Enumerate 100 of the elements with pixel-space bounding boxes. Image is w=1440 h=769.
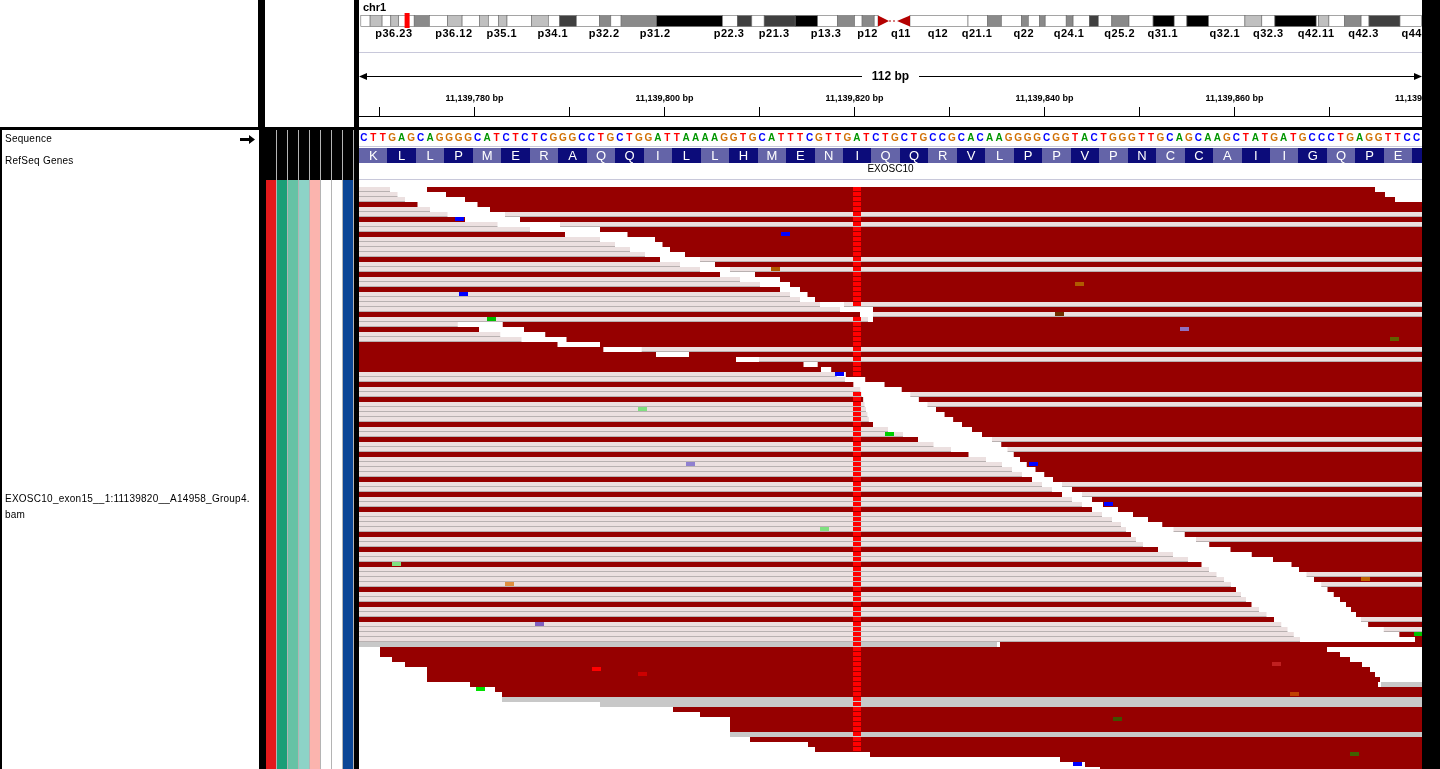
- nucleotide-letter: G: [463, 131, 473, 145]
- nucleotide-letter: A: [766, 131, 777, 145]
- cytoband-label: q11: [891, 27, 911, 39]
- attribute-column[interactable]: [343, 180, 353, 769]
- nucleotide-letter: G: [1032, 131, 1042, 145]
- cytoband-label: p22.3: [713, 27, 745, 39]
- nucleotide-letter: G: [1373, 131, 1384, 145]
- nucleotide-letter: C: [501, 131, 511, 145]
- nucleotide-letter: C: [1411, 131, 1422, 145]
- cytoband-label: q24.1: [1053, 27, 1085, 39]
- cytoband-label: p12: [857, 27, 878, 39]
- nucleotide-letter: C: [1402, 131, 1412, 145]
- amino-acid-cell: C: [1156, 148, 1185, 163]
- nucleotide-letter: G: [814, 131, 824, 145]
- nucleotide-letter: G: [548, 131, 559, 145]
- nucleotide-letter: G: [747, 131, 758, 145]
- nucleotide-letter: G: [1345, 131, 1355, 145]
- nucleotide-letter: T: [1099, 131, 1108, 145]
- nucleotide-letter: T: [378, 131, 387, 145]
- nucleotide-letter: A: [1355, 131, 1365, 145]
- nucleotide-letter: C: [1326, 131, 1336, 145]
- nucleotide-letter: G: [918, 131, 929, 145]
- nucleotide-letter: T: [1137, 131, 1146, 145]
- nucleotide-letter: C: [577, 131, 587, 145]
- nucleotide-letter: C: [359, 131, 369, 145]
- chromosome-ideogram[interactable]: [359, 13, 1422, 28]
- nucleotide-letter: T: [369, 131, 378, 145]
- nucleotide-letter: G: [444, 131, 454, 145]
- nucleotide-letter: C: [1042, 131, 1052, 145]
- amino-acid-cell: Q: [871, 148, 900, 163]
- cytoband-label: p34.1: [537, 27, 569, 39]
- cytoband-label: q32.1: [1209, 27, 1241, 39]
- nucleotide-letter: T: [1393, 131, 1402, 145]
- nucleotide-letter: A: [1212, 131, 1222, 145]
- nucleotide-letter: C: [586, 131, 596, 145]
- ruler-position-label: 11,139,800 bp: [635, 92, 694, 104]
- right-arrow-icon[interactable]: [240, 135, 255, 144]
- nucleotide-letter: T: [672, 131, 681, 145]
- attribute-column[interactable]: [310, 180, 320, 769]
- nucleotide-letter: C: [757, 131, 767, 145]
- nucleotide-letter: T: [862, 131, 871, 145]
- track-name[interactable]: Sequence: [5, 133, 53, 145]
- nucleotide-letter: C: [416, 131, 426, 145]
- amino-acid-cell: I: [1270, 148, 1299, 163]
- nucleotide-letter: T: [596, 131, 605, 145]
- nucleotide-letter: A: [985, 131, 995, 145]
- attribute-column[interactable]: [299, 180, 309, 769]
- amino-acid-cell: L: [985, 148, 1014, 163]
- track-name[interactable]: RefSeq Genes: [5, 155, 74, 167]
- nucleotide-letter: C: [1231, 131, 1241, 145]
- attribute-column[interactable]: [288, 180, 298, 769]
- amino-acid-cell: N: [814, 148, 843, 163]
- amino-acid-cell: M: [472, 148, 502, 163]
- cytoband-label: q22: [1013, 27, 1035, 39]
- nucleotide-letter: G: [643, 131, 653, 145]
- cytoband-label: p36.12: [435, 27, 473, 39]
- attribute-column[interactable]: [266, 180, 276, 769]
- nucleotide-letter: A: [681, 131, 691, 145]
- nucleotide-letter: G: [1108, 131, 1118, 145]
- nucleotide-letter: G: [1297, 131, 1308, 145]
- nucleotide-letter: C: [520, 131, 530, 145]
- chromosome-label[interactable]: chr1: [359, 0, 387, 13]
- nucleotide-letter: C: [615, 131, 625, 145]
- nucleotide-letter: T: [1336, 131, 1345, 145]
- nucleotide-letter: G: [1222, 131, 1232, 145]
- nucleotide-letter: G: [842, 131, 853, 145]
- nucleotide-letter: C: [937, 131, 947, 145]
- nucleotide-letter: G: [1022, 131, 1033, 145]
- nucleotide-letter: C: [1089, 131, 1099, 145]
- nucleotide-letter: A: [425, 131, 435, 145]
- nucleotide-letter: T: [909, 131, 918, 145]
- nucleotide-letter: A: [653, 131, 663, 145]
- cytoband-label: q25.2: [1104, 27, 1135, 39]
- nucleotide-letter: C: [871, 131, 881, 145]
- attribute-column[interactable]: [277, 180, 287, 769]
- cytoband-label: q31.1: [1147, 27, 1179, 39]
- cytoband-label: q42.11: [1297, 27, 1335, 39]
- attribute-column[interactable]: [332, 180, 342, 769]
- nucleotide-letter: A: [852, 131, 862, 145]
- track-name[interactable]: EXOSC10_exon15__1:11139820__A14958_Group4.bam: [5, 491, 255, 523]
- nucleotide-letter: T: [663, 131, 672, 145]
- ruler-position-label: 11,139,860 bp: [1205, 92, 1264, 104]
- attribute-column[interactable]: [321, 180, 331, 769]
- cytoband-label: q44: [1401, 27, 1422, 39]
- nucleotide-letter: G: [719, 131, 729, 145]
- nucleotide-letter: T: [511, 131, 520, 145]
- nucleotide-letter: A: [994, 131, 1004, 145]
- cytoband-label: q32.3: [1253, 27, 1284, 39]
- nucleotide-letter: A: [1174, 131, 1184, 145]
- cytoband-label: q21.1: [961, 27, 993, 39]
- amino-acid-cell: L: [415, 148, 445, 163]
- nucleotide-letter: C: [472, 131, 483, 145]
- nucleotide-letter: T: [786, 131, 795, 145]
- nucleotide-letter: C: [1307, 131, 1317, 145]
- nucleotide-letter: C: [899, 131, 909, 145]
- gene-name[interactable]: EXOSC10: [867, 163, 914, 174]
- amino-acid-cell: R: [529, 148, 559, 163]
- nucleotide-letter: G: [634, 131, 644, 145]
- amino-acid-cell: Q: [1326, 148, 1356, 163]
- nucleotide-letter: G: [453, 131, 464, 145]
